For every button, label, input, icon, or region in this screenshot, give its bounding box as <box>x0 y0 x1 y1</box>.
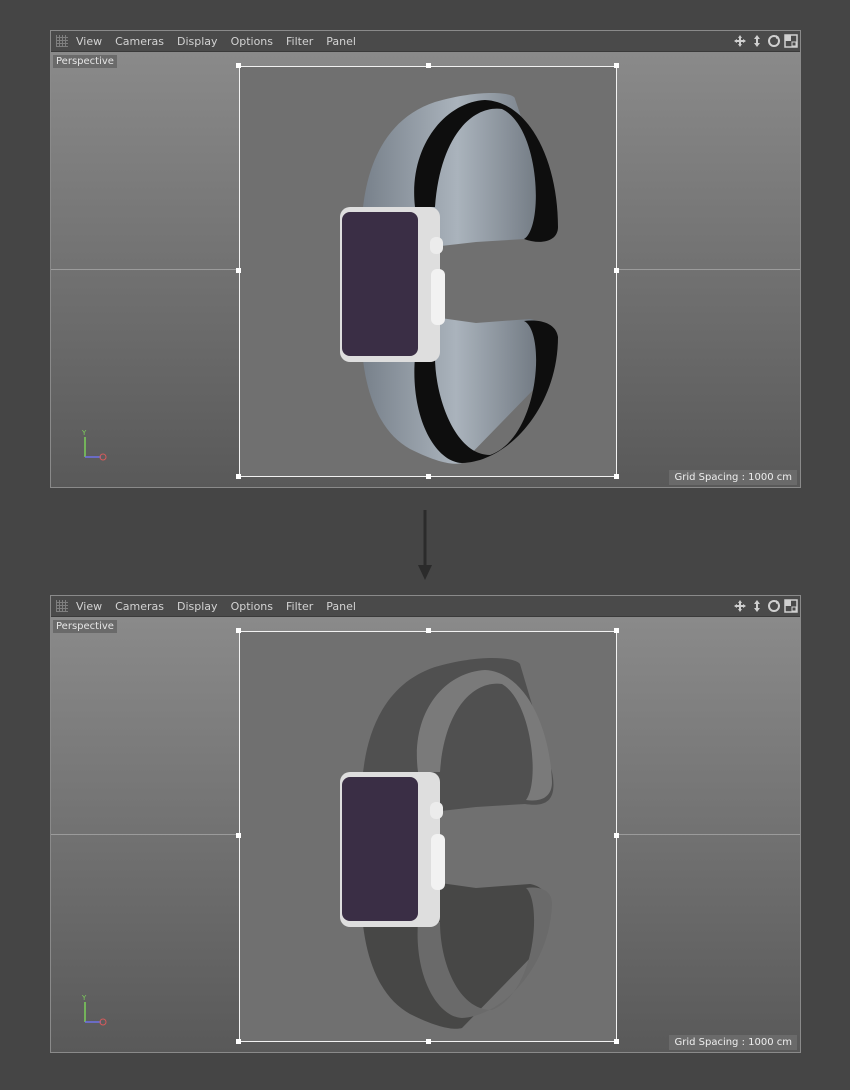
toggle-layout-icon[interactable] <box>784 33 798 48</box>
frame-handle[interactable] <box>614 1039 619 1044</box>
frame-handle[interactable] <box>236 63 241 68</box>
grid-spacing-readout: Grid Spacing : 1000 cm <box>669 470 797 485</box>
view-label-perspective[interactable]: Perspective <box>53 620 117 633</box>
menu-panel[interactable]: Panel <box>326 600 356 613</box>
viewport-panel-bottom: View Cameras Display Options Filter Pane… <box>50 595 801 1053</box>
frame-handle[interactable] <box>614 628 619 633</box>
rotate-view-icon[interactable] <box>767 598 781 612</box>
frame-handle[interactable] <box>614 833 619 838</box>
menu-view[interactable]: View <box>76 35 102 48</box>
menu-view[interactable]: View <box>76 600 102 613</box>
rotate-view-icon[interactable] <box>767 33 781 47</box>
menu-display[interactable]: Display <box>177 35 218 48</box>
menu-panel[interactable]: Panel <box>326 35 356 48</box>
panel-grip-icon[interactable] <box>56 600 68 612</box>
arrow-down-icon <box>418 510 432 580</box>
frame-handle[interactable] <box>236 474 241 479</box>
watch-scene <box>340 658 554 1029</box>
watch-scene <box>340 93 558 464</box>
menu-options[interactable]: Options <box>231 600 273 613</box>
viewport-panel-top: View Cameras Display Options Filter Pane… <box>50 30 801 488</box>
menu-options[interactable]: Options <box>231 35 273 48</box>
watch-crown <box>430 237 443 254</box>
viewport-menubar: View Cameras Display Options Filter Pane… <box>51 31 800 52</box>
viewport-canvas[interactable]: Perspective Grid Spacing : 1000 cm Y <box>51 52 800 487</box>
move-view-icon[interactable] <box>733 598 747 612</box>
grid-spacing-readout: Grid Spacing : 1000 cm <box>669 1035 797 1050</box>
svg-text:Y: Y <box>81 429 87 437</box>
frame-handle[interactable] <box>236 628 241 633</box>
frame-handle[interactable] <box>426 1039 431 1044</box>
toggle-layout-icon[interactable] <box>784 598 798 613</box>
watch-crown <box>430 802 443 819</box>
zoom-view-icon[interactable] <box>750 33 764 47</box>
frame-handle[interactable] <box>426 63 431 68</box>
menu-cameras[interactable]: Cameras <box>115 35 164 48</box>
axis-gizmo-icon: Y <box>81 429 107 461</box>
menu-filter[interactable]: Filter <box>286 35 313 48</box>
svg-text:Y: Y <box>81 994 87 1002</box>
frame-handle[interactable] <box>614 474 619 479</box>
viewport-menubar: View Cameras Display Options Filter Pane… <box>51 596 800 617</box>
watch-side-button <box>431 834 445 890</box>
zoom-view-icon[interactable] <box>750 598 764 612</box>
watch-side-button <box>431 269 445 325</box>
panel-grip-icon[interactable] <box>56 35 68 47</box>
nav-icons <box>733 33 798 48</box>
watch-screen <box>342 212 418 356</box>
render-safe-frame <box>236 63 619 479</box>
axis-gizmo-icon: Y <box>81 994 107 1026</box>
frame-handle[interactable] <box>614 268 619 273</box>
menu-filter[interactable]: Filter <box>286 600 313 613</box>
viewport-canvas[interactable]: Perspective Grid Spacing : 1000 cm Y <box>51 617 800 1052</box>
menu-cameras[interactable]: Cameras <box>115 600 164 613</box>
view-label-perspective[interactable]: Perspective <box>53 55 117 68</box>
frame-handle[interactable] <box>614 63 619 68</box>
render-safe-frame <box>236 628 619 1044</box>
menu-display[interactable]: Display <box>177 600 218 613</box>
frame-handle[interactable] <box>236 1039 241 1044</box>
move-view-icon[interactable] <box>733 33 747 47</box>
watch-screen <box>342 777 418 921</box>
frame-handle[interactable] <box>426 474 431 479</box>
frame-handle[interactable] <box>426 628 431 633</box>
nav-icons <box>733 598 798 613</box>
frame-handle[interactable] <box>236 833 241 838</box>
frame-handle[interactable] <box>236 268 241 273</box>
